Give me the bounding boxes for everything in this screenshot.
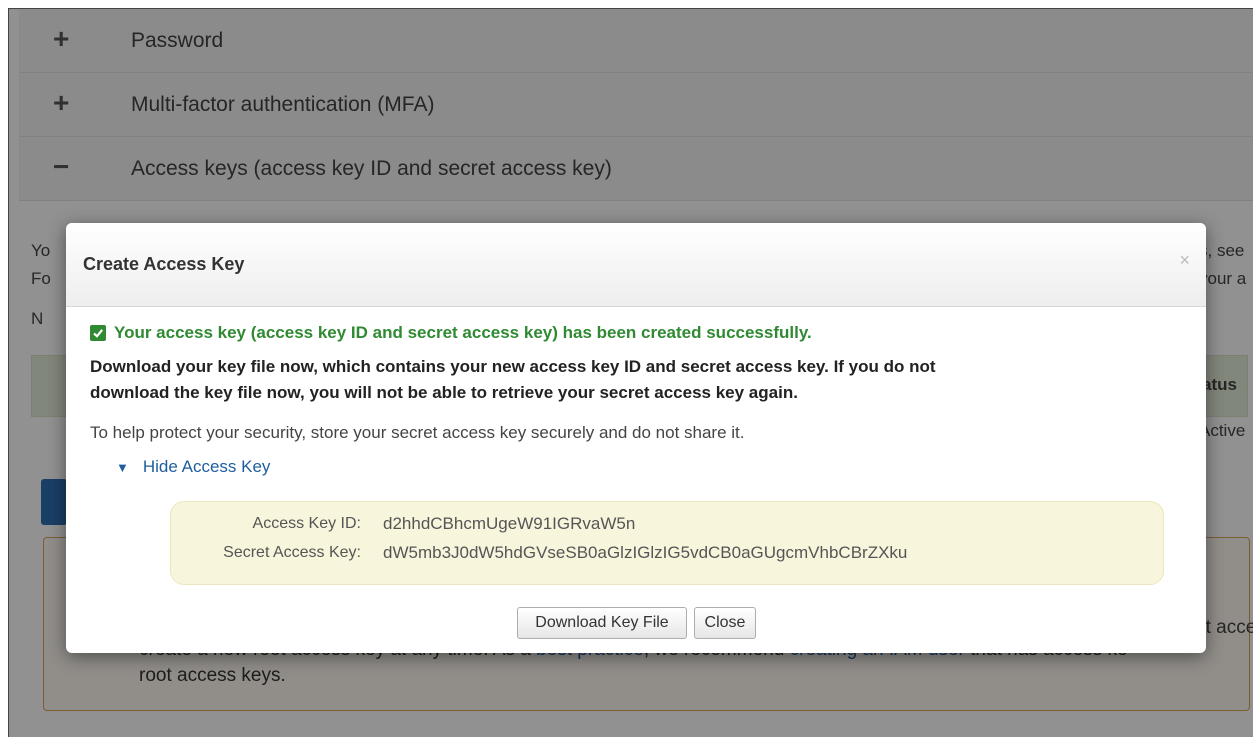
- download-warning: Download your key file now, which contai…: [90, 354, 1180, 406]
- download-warning-line: Download your key file now, which contai…: [90, 357, 936, 376]
- download-warning-line: download the key file now, you will not …: [90, 383, 798, 402]
- create-access-key-dialog: Create Access Key × Your access key (acc…: [66, 223, 1206, 653]
- secret-access-key-value: dW5mb3J0dW5hdGVseSB0aGlzIGlzIG5vdCB0aGUg…: [383, 543, 908, 562]
- access-key-id-value: d2hhdCBhcmUgeW91IGRvaW5n: [383, 514, 636, 533]
- success-message: Your access key (access key ID and secre…: [90, 323, 812, 343]
- access-key-id-label: Access Key ID:: [252, 515, 361, 532]
- success-message-text: Your access key (access key ID and secre…: [114, 323, 812, 342]
- page-frame: + Password + Multi-factor authentication…: [8, 8, 1253, 737]
- dialog-title: Create Access Key: [83, 254, 245, 274]
- hide-access-key-label: Hide Access Key: [142, 457, 271, 476]
- hide-access-key-toggle[interactable]: ▼ Hide Access Key: [116, 457, 270, 477]
- security-help-text: To help protect your security, store you…: [90, 423, 745, 442]
- access-key-details: Access Key ID: d2hhdCBhcmUgeW91IGRvaW5n …: [170, 501, 1164, 585]
- dialog-header: Create Access Key ×: [66, 223, 1206, 307]
- triangle-down-icon: ▼: [116, 459, 129, 475]
- close-icon[interactable]: ×: [1179, 251, 1190, 269]
- secret-access-key-label: Secret Access Key:: [223, 544, 361, 561]
- download-key-file-button[interactable]: Download Key File: [517, 607, 687, 639]
- check-square-icon: [90, 325, 106, 341]
- close-button[interactable]: Close: [694, 607, 756, 639]
